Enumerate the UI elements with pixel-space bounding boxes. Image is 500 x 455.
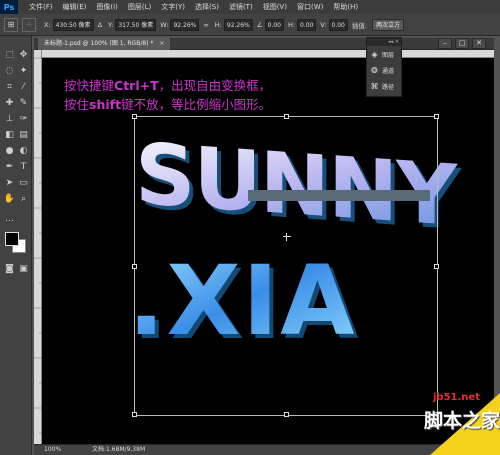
panel-item-label: 通道 [382,67,395,75]
maximize-icon[interactable]: □ [455,38,469,49]
layers-panel-collapsed: ◂◂ ✕ ◈ 图层 ❂ 通道 ⌘ 路径 [366,37,402,97]
close-tab-icon[interactable]: × [159,40,164,47]
move-tool-icon[interactable]: ✥ [17,48,30,61]
menu-edit[interactable]: 编辑(E) [58,2,92,12]
document-tab-bar: 未标题-1.psd @ 100% (图 1, RGB/8) * × [34,38,494,50]
gradient-icon[interactable]: ▤ [17,128,30,141]
zoom-level-field[interactable]: 100% [34,445,61,455]
panel-item-label: 路径 [382,83,395,91]
x-position-field[interactable]: 430.50 像素 [52,18,94,31]
reference-point-icon[interactable]: ⁘ [22,17,36,32]
foreground-color-swatch[interactable] [5,232,19,246]
watermark-name: 脚本之家 [424,410,500,432]
transform-handle-bottom[interactable] [284,412,289,417]
delta-icon[interactable]: Δ [98,21,102,29]
instruction-line-1: 按快捷键Ctrl+T，出现自由变换框， [64,78,272,93]
v-skew-label: V: [320,20,327,29]
channels-icon: ❂ [371,65,378,75]
h-skew-field[interactable]: 0.00 [297,18,317,31]
menu-filter[interactable]: 滤镜(T) [224,2,258,12]
type-tool-icon[interactable]: T [17,160,30,173]
tools-panel: ⬚ ✥ ◌ ✦ ⌗ ⁄ ✚ ✎ ⊥ ✑ ◧ ▤ ● ◐ ✒ T ➤ ▭ ✋ ⌕ … [0,36,32,455]
crop-tool-icon[interactable]: ⌗ [3,80,16,93]
menu-view[interactable]: 视图(V) [258,2,292,12]
transform-handle-top-right[interactable] [434,114,439,119]
panel-item-channels[interactable]: ❂ 通道 [367,62,401,78]
clone-stamp-icon[interactable]: ⊥ [3,112,16,125]
panel-item-label: 图层 [382,51,395,59]
more-tools-icon[interactable]: … [3,212,16,225]
menu-image[interactable]: 图像(I) [91,2,123,12]
free-transform-box[interactable] [132,114,439,417]
transform-center-point[interactable] [283,233,291,241]
vertical-ruler[interactable] [34,50,42,445]
instruction-line-2: 按住shift键不放，等比例缩小图形。 [64,97,272,112]
vertical-ruler-ticks [34,57,42,434]
transform-tool-icon[interactable]: ⊞ [4,17,18,32]
menu-file[interactable]: 文件(F) [24,2,58,12]
transform-handle-top[interactable] [284,114,289,119]
transform-handle-left[interactable] [132,264,137,269]
shape-tool-icon[interactable]: ▭ [17,176,30,189]
menu-help[interactable]: 帮助(H) [328,2,363,12]
panel-item-paths[interactable]: ⌘ 路径 [367,78,401,94]
hand-tool-icon[interactable]: ✋ [3,192,16,205]
document-title: 未标题-1.psd @ 100% (图 1, RGB/8) * [44,40,154,47]
menu-type[interactable]: 文字(Y) [156,2,190,12]
horizontal-ruler[interactable] [41,50,494,65]
transform-handle-bottom-left[interactable] [132,412,137,417]
dodge-tool-icon[interactable]: ◐ [17,144,30,157]
w-label: W: [160,20,169,29]
angle-field[interactable]: 0.00 [264,18,284,31]
pen-tool-icon[interactable]: ✒ [3,160,16,173]
transform-handle-top-left[interactable] [132,114,137,119]
paths-icon: ⌘ [370,81,379,91]
close-window-icon[interactable]: ✕ [472,38,486,49]
instruction-text: 按快捷键Ctrl+T，出现自由变换框， 按住shift键不放，等比例缩小图形。 [64,76,271,114]
x-label: X: [44,20,51,29]
menu-select[interactable]: 选择(S) [190,2,224,12]
interpolation-label: 插值: [351,21,368,30]
y-position-field[interactable]: 317.50 像素 [115,18,157,31]
height-field[interactable]: 92.26% [223,18,253,31]
photoshop-window: Ps 文件(F) 编辑(E) 图像(I) 图层(L) 文字(Y) 选择(S) 滤… [0,0,500,455]
quick-mask-icon[interactable]: ◙ [3,262,16,275]
layers-icon: ◈ [371,49,378,59]
eraser-icon[interactable]: ◧ [3,128,16,141]
marquee-tool-icon[interactable]: ⬚ [3,48,16,61]
y-label: Y: [108,20,114,29]
healing-brush-icon[interactable]: ✚ [3,96,16,109]
watermark-site: jb51.net [433,392,480,403]
path-select-icon[interactable]: ➤ [3,176,16,189]
transform-handle-right[interactable] [434,264,439,269]
document-canvas[interactable]: SUNNY SUNNY .XIA .XIA 按快捷键Ctrl+T，出现自由变换框… [42,58,494,444]
menu-window[interactable]: 窗口(W) [292,2,328,12]
minimize-icon[interactable]: – [438,38,452,49]
history-brush-icon[interactable]: ✑ [17,112,30,125]
link-icon[interactable]: ∞ [203,21,208,29]
options-bar: ⊞ ⁘ X: 430.50 像素 Δ Y: 317.50 像素 W: 92.26… [0,14,500,36]
interpolation-select[interactable]: 两次立方 [372,18,405,31]
blur-tool-icon[interactable]: ● [3,144,16,157]
menu-layer[interactable]: 图层(L) [123,2,156,12]
panel-item-layers[interactable]: ◈ 图层 [367,46,401,62]
screen-mode-icon[interactable]: ▣ [17,262,30,275]
width-field[interactable]: 92.26% [170,18,200,31]
zoom-tool-icon[interactable]: ⌕ [17,192,30,205]
v-skew-field[interactable]: 0.00 [328,18,348,31]
document-tab[interactable]: 未标题-1.psd @ 100% (图 1, RGB/8) * × [38,38,171,50]
document-size-info[interactable]: 文档:1.68M/9.38M [92,445,145,455]
brush-tool-icon[interactable]: ✎ [17,96,30,109]
panel-collapse-bar[interactable]: ◂◂ ✕ [367,38,401,46]
menu-bar: Ps 文件(F) 编辑(E) 图像(I) 图层(L) 文字(Y) 选择(S) 滤… [0,0,500,14]
magic-wand-icon[interactable]: ✦ [17,64,30,77]
photoshop-logo: Ps [0,0,18,14]
eyedropper-icon[interactable]: ⁄ [17,80,30,93]
h-label: H: [214,20,222,29]
angle-icon: ∠ [256,20,263,29]
h-skew-label: H: [287,20,296,29]
lasso-tool-icon[interactable]: ◌ [3,64,16,77]
